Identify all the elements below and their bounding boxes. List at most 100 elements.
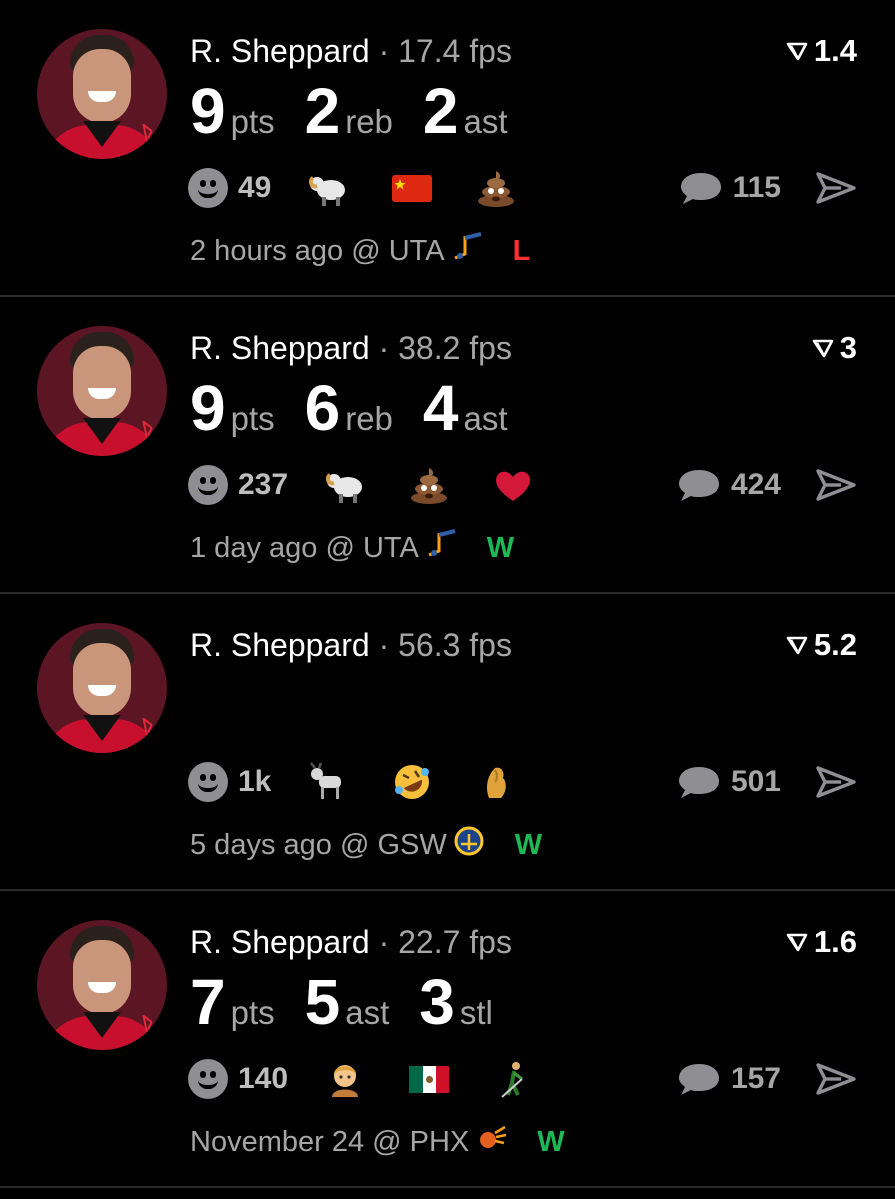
ram-emoji[interactable] (307, 168, 349, 208)
downvote-arrow-icon[interactable] (812, 338, 834, 358)
game-time-opponent[interactable]: 1 day ago @ UTA (190, 532, 419, 565)
reaction-count[interactable]: 237 (238, 468, 288, 502)
stat-label: pts (230, 400, 275, 437)
player-avatar[interactable]: ᚱ (37, 326, 167, 456)
player-name-line: R. Sheppard · 22.7 fps (190, 924, 512, 961)
goat-emoji[interactable] (307, 762, 349, 802)
rolling-laughing-emoji[interactable] (391, 762, 433, 802)
score-value: 5.2 (813, 627, 857, 662)
comment-bubble-icon[interactable] (679, 170, 723, 206)
reaction-count[interactable]: 49 (238, 171, 271, 205)
comments[interactable]: 157 (677, 1061, 857, 1097)
stat-label: pts (230, 994, 275, 1031)
person-emoji[interactable] (324, 1059, 366, 1099)
post-card[interactable]: ᚱ R. Sheppard · 17.4 fps 1.4 9 pts 2 reb 2 as… (0, 0, 895, 297)
vote-score[interactable]: 1.4 (786, 33, 857, 69)
stat-stl: 3 stl (419, 970, 493, 1034)
player-name-line: R. Sheppard · 17.4 fps (190, 33, 512, 70)
stat-value: 9 (190, 75, 226, 147)
comments[interactable]: 501 (677, 764, 857, 800)
china-flag-emoji[interactable] (391, 168, 433, 208)
jazz-logo-icon (425, 529, 457, 566)
comment-bubble-icon[interactable] (677, 1061, 721, 1097)
share-send-icon[interactable] (815, 467, 857, 503)
feed: ᚱ R. Sheppard · 17.4 fps 1.4 9 pts 2 reb 2 as… (0, 0, 895, 1188)
warriors-logo-icon (453, 826, 485, 863)
score-value: 3 (839, 330, 857, 365)
reactions-row: 140 (188, 1059, 576, 1099)
stat-label: reb (345, 400, 393, 437)
vote-score[interactable]: 5.2 (786, 627, 857, 663)
post-card[interactable]: ᚱ R. Sheppard · 38.2 fps 3 9 pts 6 reb 4 ast … (0, 297, 895, 594)
post-card[interactable]: ᚱ R. Sheppard · 56.3 fps 5.2 1k 501 5 da… (0, 594, 895, 891)
separator: · (378, 330, 390, 366)
stat-label: ast (463, 103, 508, 140)
vote-score[interactable]: 3 (812, 330, 857, 366)
stat-label: reb (345, 103, 393, 140)
comment-count: 501 (730, 765, 781, 798)
stat-value: 2 (422, 75, 459, 147)
comments[interactable]: 424 (677, 467, 857, 503)
mexico-flag-emoji[interactable] (408, 1059, 450, 1099)
game-result: W (537, 1125, 565, 1158)
person-with-cane-emoji[interactable] (492, 1059, 534, 1099)
fantasy-points: 17.4 fps (398, 33, 512, 69)
add-reaction-icon[interactable] (188, 762, 228, 802)
heart-emoji[interactable] (492, 465, 534, 505)
player-avatar[interactable]: ᚱ (37, 29, 167, 159)
stat-value: 9 (190, 372, 226, 444)
game-info: November 24 @ PHX W (190, 1123, 565, 1161)
stat-value: 7 (190, 966, 226, 1038)
score-value: 1.6 (813, 924, 857, 959)
jazz-logo-icon (451, 232, 483, 269)
reaction-count[interactable]: 140 (238, 1062, 288, 1096)
game-info: 1 day ago @ UTA W (190, 529, 514, 567)
separator: · (378, 924, 390, 960)
post-card[interactable]: ᚱ R. Sheppard · 22.7 fps 1.6 7 pts 5 ast 3st… (0, 891, 895, 1188)
pinched-fingers-emoji[interactable] (475, 762, 517, 802)
comment-bubble-icon[interactable] (677, 764, 721, 800)
downvote-arrow-icon[interactable] (786, 932, 808, 952)
stat-label: pts (230, 103, 275, 140)
game-result: W (486, 531, 515, 564)
poop-emoji[interactable] (408, 465, 450, 505)
player-name[interactable]: R. Sheppard (190, 627, 370, 663)
stat-pts: 7 pts (190, 970, 275, 1034)
player-name-line: R. Sheppard · 38.2 fps (190, 330, 512, 367)
poop-emoji[interactable] (475, 168, 517, 208)
ram-emoji[interactable] (324, 465, 366, 505)
add-reaction-icon[interactable] (188, 465, 228, 505)
stat-reb: 6 reb (305, 376, 393, 440)
stat-line: 9 pts 6 reb 4 ast (190, 376, 538, 440)
stat-value: 4 (422, 372, 459, 444)
stat-pts: 9 pts (190, 79, 275, 143)
game-time-opponent[interactable]: November 24 @ PHX (190, 1126, 469, 1159)
stat-label: ast (345, 994, 390, 1031)
stat-label: ast (463, 400, 508, 437)
comment-bubble-icon[interactable] (677, 467, 721, 503)
game-result: L (512, 234, 531, 267)
downvote-arrow-icon[interactable] (786, 635, 808, 655)
fantasy-points: 38.2 fps (398, 330, 512, 366)
game-time-opponent[interactable]: 2 hours ago @ UTA (190, 235, 445, 268)
comment-count: 157 (730, 1062, 781, 1095)
player-name[interactable]: R. Sheppard (190, 330, 370, 366)
player-name[interactable]: R. Sheppard (190, 33, 370, 69)
add-reaction-icon[interactable] (188, 168, 228, 208)
comment-count: 424 (730, 468, 781, 501)
vote-score[interactable]: 1.6 (786, 924, 857, 960)
game-time-opponent[interactable]: 5 days ago @ GSW (190, 829, 447, 862)
player-avatar[interactable]: ᚱ (37, 920, 167, 1050)
player-name[interactable]: R. Sheppard (190, 924, 370, 960)
fantasy-points: 56.3 fps (398, 627, 512, 663)
comments[interactable]: 115 (679, 170, 857, 206)
share-send-icon[interactable] (815, 170, 857, 206)
stat-value: 5 (304, 966, 341, 1038)
share-send-icon[interactable] (815, 1061, 857, 1097)
add-reaction-icon[interactable] (188, 1059, 228, 1099)
downvote-arrow-icon[interactable] (786, 41, 808, 61)
share-send-icon[interactable] (815, 764, 857, 800)
reaction-count[interactable]: 1k (238, 765, 271, 799)
comment-count: 115 (732, 171, 781, 204)
player-avatar[interactable]: ᚱ (37, 623, 167, 753)
